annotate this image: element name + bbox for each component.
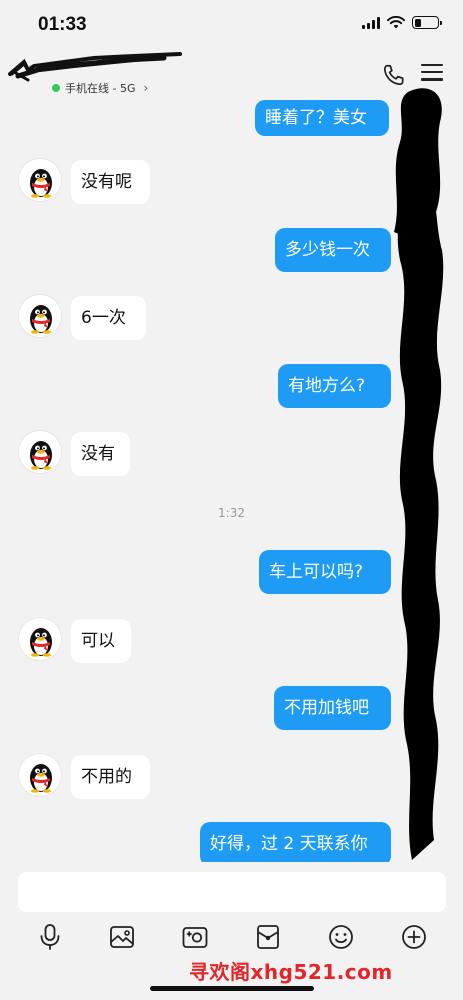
- status-bar: 01:33: [0, 0, 463, 52]
- emoji-icon[interactable]: [326, 922, 356, 952]
- avatar[interactable]: [18, 753, 62, 797]
- wifi-icon: [387, 16, 405, 29]
- message-bubble-out[interactable]: 多少钱一次: [275, 228, 391, 272]
- redaction-scribble-top: [394, 88, 442, 242]
- penguin-icon: [30, 169, 52, 198]
- message-bubble-in[interactable]: 没有呢: [71, 160, 150, 204]
- watermark: 寻欢阁xhg521.com: [189, 960, 393, 984]
- image-icon[interactable]: [107, 922, 137, 952]
- message-bubble-in[interactable]: 6一次: [71, 296, 146, 340]
- message-bubble-in[interactable]: 没有: [71, 432, 130, 476]
- message-bubble-in[interactable]: 不用的: [71, 755, 150, 799]
- red-packet-icon[interactable]: [253, 922, 283, 952]
- camera-icon[interactable]: [180, 922, 210, 952]
- signal-icon: [362, 16, 380, 29]
- online-dot-icon: [52, 84, 60, 92]
- message-input[interactable]: [18, 872, 446, 912]
- avatar[interactable]: [18, 294, 62, 338]
- message-bubble-out[interactable]: 好得，过 2 天联系你: [200, 822, 391, 862]
- avatar[interactable]: [18, 617, 62, 661]
- message-bubble-out[interactable]: 睡着了？美女: [255, 100, 389, 136]
- presence-status[interactable]: 手机在线 - 5G ›: [52, 80, 148, 96]
- redaction-scribble: [397, 180, 444, 860]
- penguin-icon: [30, 441, 52, 470]
- home-indicator[interactable]: [150, 986, 314, 991]
- message-bubble-out[interactable]: 有地方么?: [278, 364, 391, 408]
- microphone-icon[interactable]: [35, 922, 65, 952]
- avatar[interactable]: [18, 158, 62, 202]
- plus-icon[interactable]: [399, 922, 429, 952]
- composer-area: 寻欢阁xhg521.com: [0, 862, 463, 1000]
- penguin-icon: [30, 764, 52, 793]
- penguin-icon: [30, 305, 52, 334]
- presence-text: 手机在线 - 5G: [65, 82, 136, 95]
- status-time: 01:33: [38, 14, 87, 35]
- status-icons: [362, 16, 442, 29]
- battery-level: [414, 18, 422, 27]
- battery-icon: [412, 16, 442, 29]
- message-bubble-out[interactable]: 车上可以吗?: [259, 550, 391, 594]
- avatar[interactable]: [18, 430, 62, 474]
- chevron-right-icon: ›: [143, 81, 149, 95]
- message-bubble-in[interactable]: 可以: [71, 619, 131, 663]
- penguin-icon: [30, 628, 52, 657]
- message-bubble-out[interactable]: 不用加钱吧: [274, 686, 391, 730]
